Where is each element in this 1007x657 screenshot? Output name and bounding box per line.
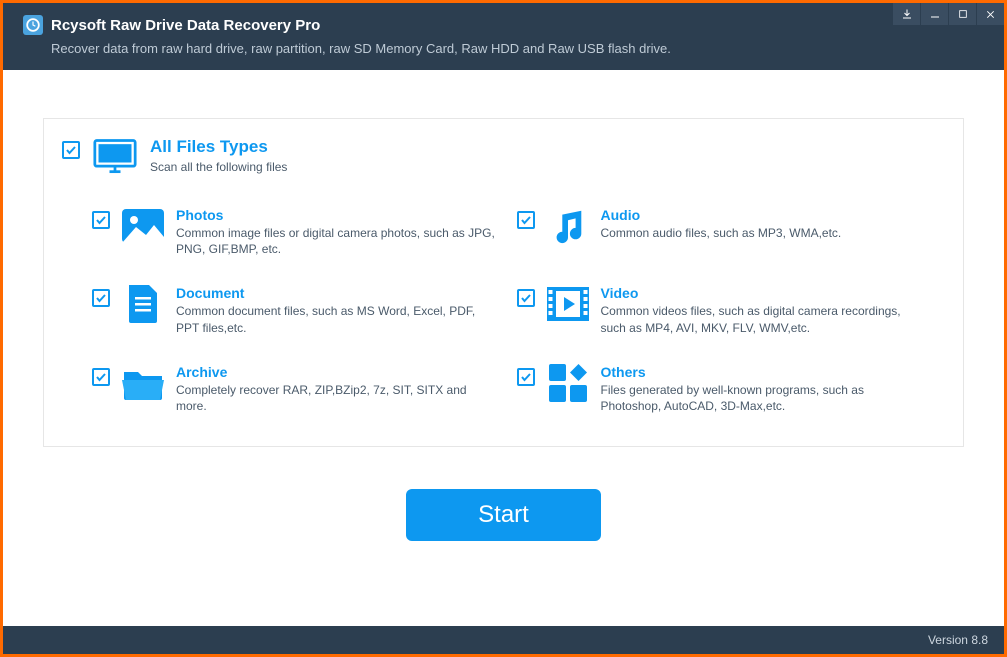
close-button[interactable] xyxy=(976,3,1004,25)
category-photos-desc: Common image files or digital camera pho… xyxy=(176,225,497,257)
category-archive-desc: Completely recover RAR, ZIP,BZip2, 7z, S… xyxy=(176,382,497,414)
category-others-title: Others xyxy=(601,364,922,380)
app-logo-icon xyxy=(23,15,43,35)
category-photos-title: Photos xyxy=(176,207,497,223)
file-types-panel: All Files Types Scan all the following f… xyxy=(43,118,964,447)
status-bar: Version 8.8 xyxy=(3,626,1004,654)
category-audio: Audio Common audio files, such as MP3, W… xyxy=(517,207,942,257)
photos-icon xyxy=(122,207,164,245)
main-content: All Files Types Scan all the following f… xyxy=(3,70,1004,541)
checkbox-document[interactable] xyxy=(92,289,110,307)
audio-icon xyxy=(547,207,589,245)
category-all: All Files Types Scan all the following f… xyxy=(62,137,941,177)
others-icon xyxy=(547,364,589,402)
title-bar: Rcysoft Raw Drive Data Recovery Pro Reco… xyxy=(3,3,1004,70)
monitor-icon xyxy=(92,137,138,177)
category-archive: Archive Completely recover RAR, ZIP,BZip… xyxy=(92,364,517,414)
category-audio-desc: Common audio files, such as MP3, WMA,etc… xyxy=(601,225,922,241)
app-subtitle: Recover data from raw hard drive, raw pa… xyxy=(51,41,984,56)
checkbox-audio[interactable] xyxy=(517,211,535,229)
archive-icon xyxy=(122,364,164,402)
maximize-button[interactable] xyxy=(948,3,976,25)
version-label: Version 8.8 xyxy=(928,633,988,647)
checkbox-video[interactable] xyxy=(517,289,535,307)
category-document: Document Common document files, such as … xyxy=(92,285,517,335)
category-others: Others Files generated by well-known pro… xyxy=(517,364,942,414)
category-audio-title: Audio xyxy=(601,207,922,223)
checkbox-archive[interactable] xyxy=(92,368,110,386)
video-icon xyxy=(547,285,589,323)
document-icon xyxy=(122,285,164,323)
checkbox-others[interactable] xyxy=(517,368,535,386)
category-all-title: All Files Types xyxy=(150,137,941,157)
window-controls xyxy=(892,3,1004,25)
start-button[interactable]: Start xyxy=(406,489,601,541)
category-video-title: Video xyxy=(601,285,922,301)
checkbox-photos[interactable] xyxy=(92,211,110,229)
category-video: Video Common videos files, such as digit… xyxy=(517,285,942,335)
category-others-desc: Files generated by well-known programs, … xyxy=(601,382,922,414)
app-title: Rcysoft Raw Drive Data Recovery Pro xyxy=(51,17,320,34)
download-button[interactable] xyxy=(892,3,920,25)
category-document-desc: Common document files, such as MS Word, … xyxy=(176,303,497,335)
category-archive-title: Archive xyxy=(176,364,497,380)
category-photos: Photos Common image files or digital cam… xyxy=(92,207,517,257)
category-all-desc: Scan all the following files xyxy=(150,159,941,175)
category-document-title: Document xyxy=(176,285,497,301)
category-video-desc: Common videos files, such as digital cam… xyxy=(601,303,922,335)
minimize-button[interactable] xyxy=(920,3,948,25)
checkbox-all[interactable] xyxy=(62,141,80,159)
